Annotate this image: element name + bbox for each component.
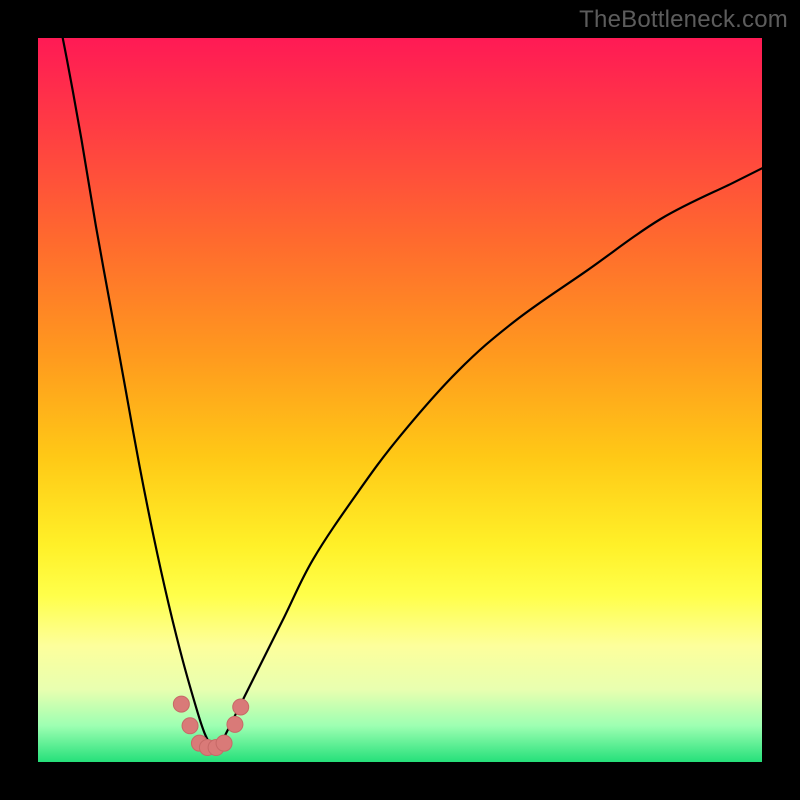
- valley-marker: [173, 696, 189, 712]
- curve-left-branch: [52, 38, 211, 748]
- valley-marker: [216, 735, 232, 751]
- chart-plot-area: [38, 38, 762, 762]
- curve-right-branch: [219, 168, 762, 747]
- page-root: TheBottleneck.com: [0, 0, 800, 800]
- valley-marker: [182, 718, 198, 734]
- valley-marker: [233, 699, 249, 715]
- watermark-text: TheBottleneck.com: [579, 6, 788, 34]
- valley-marker: [227, 716, 243, 732]
- valley-markers: [173, 696, 248, 755]
- chart-svg: [38, 38, 762, 762]
